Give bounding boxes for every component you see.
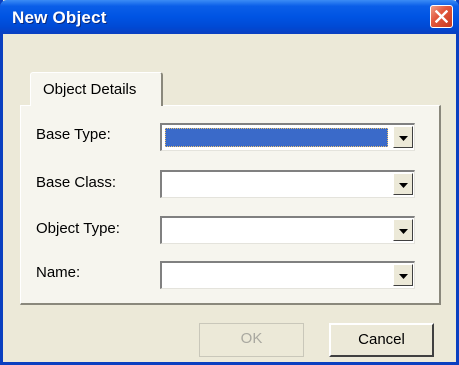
chevron-down-icon <box>399 136 408 141</box>
base-class-dropdown-button[interactable] <box>393 173 413 195</box>
chevron-down-icon <box>399 229 408 234</box>
base-class-label: Base Class: <box>36 174 117 191</box>
name-combo[interactable] <box>160 261 415 289</box>
object-type-value <box>165 221 388 240</box>
name-dropdown-button[interactable] <box>393 264 413 286</box>
object-type-combo[interactable] <box>160 216 415 244</box>
base-type-label: Base Type: <box>36 126 111 143</box>
tab-object-details[interactable]: Object Details <box>30 72 163 106</box>
base-type-value <box>165 128 388 147</box>
name-value <box>165 266 388 285</box>
chevron-down-icon <box>399 274 408 279</box>
object-type-label: Object Type: <box>36 220 120 237</box>
window-title: New Object <box>12 8 107 27</box>
base-type-dropdown-button[interactable] <box>393 126 413 148</box>
tab-label: Object Details <box>43 81 137 98</box>
close-icon <box>435 10 448 23</box>
chevron-down-icon <box>399 183 408 188</box>
base-type-combo[interactable] <box>160 123 415 151</box>
object-type-dropdown-button[interactable] <box>393 219 413 241</box>
ok-button[interactable]: OK <box>199 323 304 357</box>
cancel-button[interactable]: Cancel <box>329 323 434 357</box>
base-class-value <box>165 175 388 194</box>
close-button[interactable] <box>430 5 453 28</box>
title-bar[interactable]: New Object <box>0 0 459 34</box>
base-class-combo[interactable] <box>160 170 415 198</box>
name-label: Name: <box>36 264 81 281</box>
